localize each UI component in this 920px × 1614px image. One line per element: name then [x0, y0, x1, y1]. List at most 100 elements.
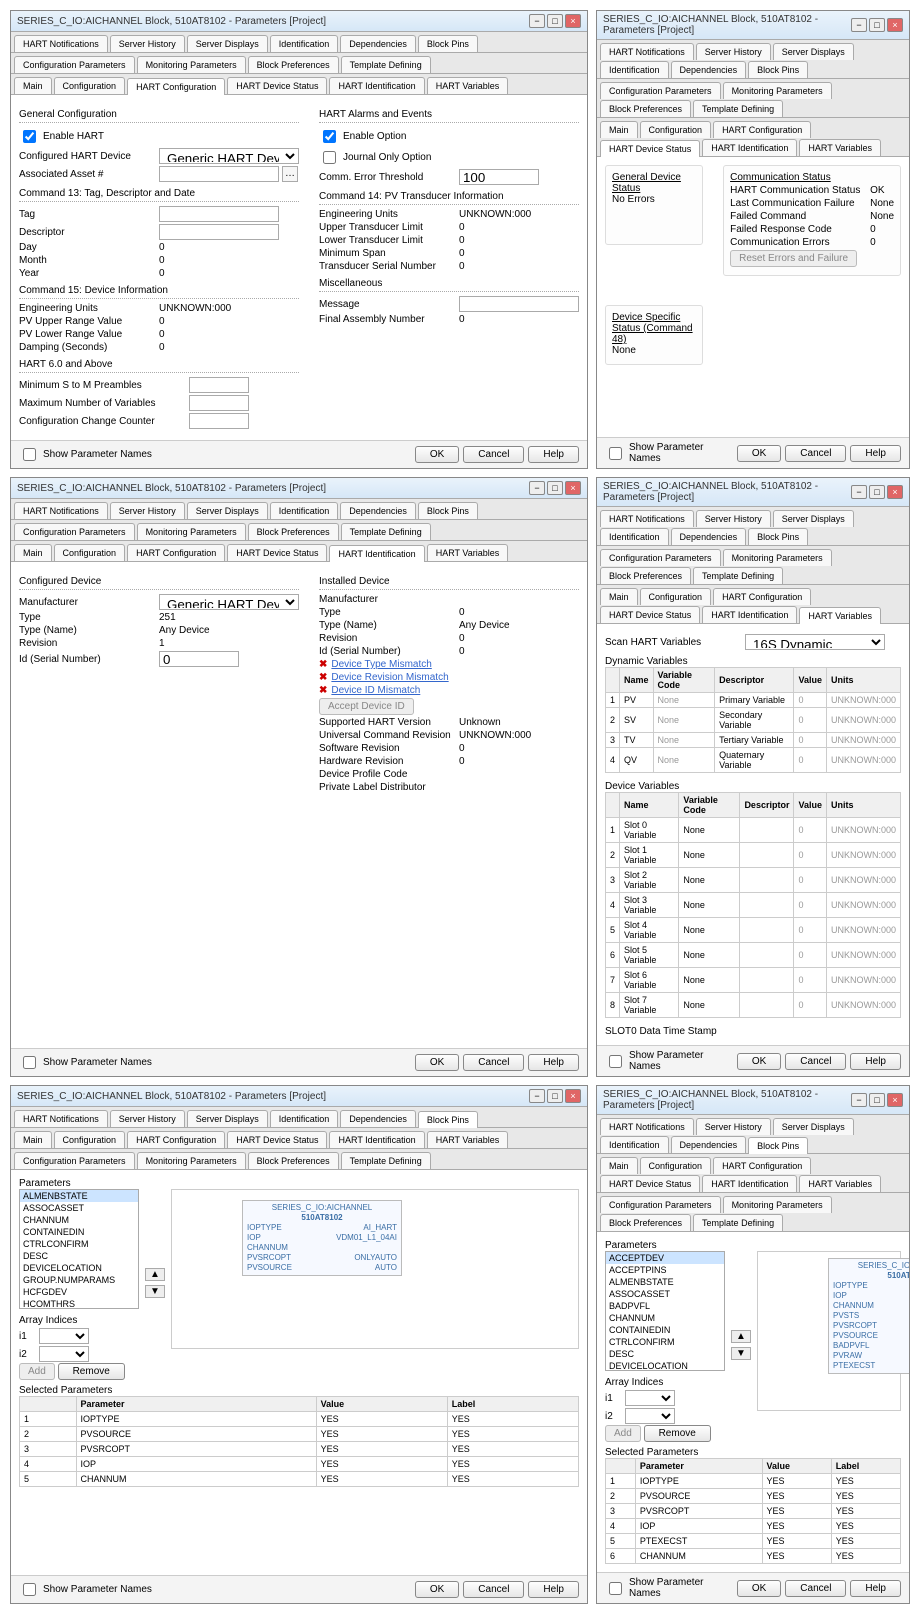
show-names-checkbox[interactable] — [23, 448, 36, 461]
assoc-asset-input[interactable] — [159, 166, 279, 182]
window-dev-status: SERIES_C_IO:AICHANNEL Block, 510AT8102 -… — [596, 10, 910, 469]
browse-icon[interactable]: … — [282, 166, 298, 182]
scroll-up-icon[interactable]: ▲ — [145, 1268, 165, 1281]
accept-device-button[interactable]: Accept Device ID — [319, 698, 414, 715]
max-button[interactable]: □ — [869, 18, 885, 32]
group: Command 14: PV Transducer Information — [319, 191, 579, 205]
title: SERIES_C_IO:AICHANNEL Block, 510AT8102 -… — [17, 16, 326, 27]
tab[interactable]: Main — [14, 77, 52, 94]
window-block-pins-1: SERIES_C_IO:AICHANNEL Block, 510AT8102 -… — [10, 1085, 588, 1604]
cancel-button[interactable]: Cancel — [785, 1053, 846, 1070]
tab[interactable]: Monitoring Parameters — [137, 56, 246, 73]
tab[interactable]: HART Variables — [427, 77, 509, 94]
ok-button[interactable]: OK — [415, 1054, 459, 1071]
i2-select[interactable] — [39, 1346, 89, 1362]
block-diagram: SERIES_C_IO:AICHANNEL 510AT8102 IOPTYPEA… — [171, 1189, 579, 1349]
tab[interactable]: HART Device Status — [227, 77, 327, 94]
close-button[interactable]: × — [565, 14, 581, 28]
cancel-button[interactable]: Cancel — [463, 446, 524, 463]
group: Command 15: Device Information — [19, 285, 299, 299]
tab[interactable]: HART Notifications — [14, 35, 108, 52]
tag-input[interactable] — [159, 206, 279, 222]
remove-button[interactable]: Remove — [58, 1363, 125, 1380]
cfg-change-input[interactable] — [189, 413, 249, 429]
scroll-down-icon[interactable]: ▼ — [145, 1285, 165, 1298]
comm-err-input[interactable] — [459, 169, 539, 185]
enable-option-checkbox[interactable] — [323, 130, 336, 143]
help-button[interactable]: Help — [850, 1580, 901, 1597]
show-names-checkbox[interactable] — [609, 1055, 622, 1068]
scroll-down-icon[interactable]: ▼ — [731, 1347, 751, 1360]
tab-active[interactable]: HART Configuration — [127, 78, 225, 95]
group: HART Alarms and Events — [319, 109, 579, 123]
cancel-button[interactable]: Cancel — [463, 1054, 524, 1071]
device-vars-table: NameVariable CodeDescriptorValueUnits1Sl… — [605, 792, 901, 1018]
max-button[interactable]: □ — [547, 14, 563, 28]
tab[interactable]: Server History — [110, 35, 185, 52]
min-button[interactable]: − — [851, 18, 867, 32]
mismatch-icon: ✖ — [319, 685, 327, 696]
help-button[interactable]: Help — [528, 446, 579, 463]
tab[interactable]: Configuration — [54, 77, 126, 94]
max-vars-input[interactable] — [189, 395, 249, 411]
scan-select[interactable]: 16S Dynamic — [745, 634, 885, 650]
min-button[interactable]: − — [529, 14, 545, 28]
tab[interactable]: Identification — [270, 35, 339, 52]
help-button[interactable]: Help — [528, 1581, 579, 1598]
group: Miscellaneous — [319, 278, 579, 292]
tab[interactable]: Template Defining — [341, 56, 431, 73]
mismatch-icon: ✖ — [319, 659, 327, 670]
group: General Configuration — [19, 109, 299, 123]
selected-params-table[interactable]: ParameterValueLabel1IOPTYPEYESYES2PVSOUR… — [605, 1458, 901, 1564]
remove-button[interactable]: Remove — [644, 1425, 711, 1442]
journal-only-checkbox[interactable] — [323, 151, 336, 164]
id-input[interactable] — [159, 651, 239, 667]
show-names-checkbox[interactable] — [609, 447, 622, 460]
selected-params-table[interactable]: ParameterValueLabel1IOPTYPEYESYES2PVSOUR… — [19, 1396, 579, 1487]
close-button[interactable]: × — [887, 18, 903, 32]
tab[interactable]: Dependencies — [340, 35, 416, 52]
configured-device-select[interactable]: Generic HART Device — [159, 148, 299, 164]
show-names-checkbox[interactable] — [23, 1056, 36, 1069]
ok-button[interactable]: OK — [415, 1581, 459, 1598]
titlebar: SERIES_C_IO:AICHANNEL Block, 510AT8102 -… — [11, 11, 587, 32]
scroll-up-icon[interactable]: ▲ — [731, 1330, 751, 1343]
enable-hart-checkbox[interactable] — [23, 130, 36, 143]
tab[interactable]: Block Preferences — [248, 56, 339, 73]
dynamic-vars-table: NameVariable CodeDescriptorValueUnits1PV… — [605, 667, 901, 773]
ok-button[interactable]: OK — [737, 445, 781, 462]
window-block-pins-2: SERIES_C_IO:AICHANNEL Block, 510AT8102 -… — [596, 1085, 910, 1604]
add-button[interactable]: Add — [19, 1363, 55, 1380]
window-hart-config: SERIES_C_IO:AICHANNEL Block, 510AT8102 -… — [10, 10, 588, 469]
min-preambles-input[interactable] — [189, 377, 249, 393]
add-button[interactable]: Add — [605, 1425, 641, 1442]
window-hart-vars: SERIES_C_IO:AICHANNEL Block, 510AT8102 -… — [596, 477, 910, 1077]
mismatch-icon: ✖ — [319, 672, 327, 683]
params-listbox[interactable]: ACCEPTDEVACCEPTPINSALMENBSTATEASSOCASSET… — [605, 1251, 725, 1371]
ok-button[interactable]: OK — [737, 1580, 781, 1597]
tab[interactable]: HART Identification — [329, 77, 424, 94]
cancel-button[interactable]: Cancel — [463, 1581, 524, 1598]
mfr-select[interactable]: Generic HART Device — [159, 594, 299, 610]
show-names-checkbox[interactable] — [609, 1582, 622, 1595]
tab[interactable]: Configuration Parameters — [14, 56, 135, 73]
ok-button[interactable]: OK — [737, 1053, 781, 1070]
group: Command 13: Tag, Descriptor and Date — [19, 188, 299, 202]
cancel-button[interactable]: Cancel — [785, 1580, 846, 1597]
group: HART 6.0 and Above — [19, 359, 299, 373]
i1-select[interactable] — [39, 1328, 89, 1344]
help-button[interactable]: Help — [850, 445, 901, 462]
message-input[interactable] — [459, 296, 579, 312]
params-listbox[interactable]: ALMENBSTATEASSOCASSETCHANNUMCONTAINEDINC… — [19, 1189, 139, 1309]
help-button[interactable]: Help — [850, 1053, 901, 1070]
tab[interactable]: Block Pins — [418, 35, 478, 52]
show-names-checkbox[interactable] — [23, 1583, 36, 1596]
ok-button[interactable]: OK — [415, 446, 459, 463]
tab[interactable]: Server Displays — [187, 35, 268, 52]
reset-errors-button[interactable]: Reset Errors and Failure — [730, 250, 857, 267]
cancel-button[interactable]: Cancel — [785, 445, 846, 462]
descriptor-input[interactable] — [159, 224, 279, 240]
window-identification: SERIES_C_IO:AICHANNEL Block, 510AT8102 -… — [10, 477, 588, 1077]
block-diagram: SERIES_C_IO:AICHANNEL 510AT8102 IOPTYPEA… — [757, 1251, 901, 1411]
help-button[interactable]: Help — [528, 1054, 579, 1071]
